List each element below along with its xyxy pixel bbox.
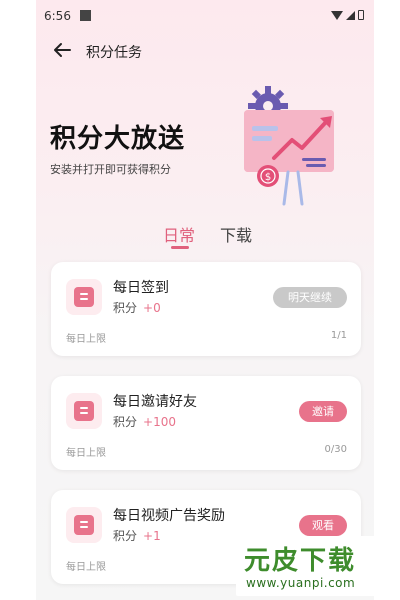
task-progress-count: 0/30	[324, 444, 347, 455]
document-icon	[74, 515, 94, 535]
task-icon-wrap	[66, 279, 102, 315]
points-label: 积分	[113, 529, 138, 543]
task-points: 积分 +1	[113, 527, 161, 544]
status-time: 6:56	[44, 9, 71, 23]
presentation-chart-icon: $	[244, 86, 334, 206]
daily-limit-label: 每日上限	[66, 334, 106, 345]
wifi-icon	[331, 10, 343, 20]
task-title: 每日签到	[113, 280, 169, 296]
watch-button[interactable]: 观看	[299, 515, 347, 536]
invite-button[interactable]: 邀请	[299, 401, 347, 422]
task-tabs: 日常 下载	[36, 222, 374, 252]
task-title: 每日视频广告奖励	[113, 508, 225, 524]
hero-title: 积分大放送	[50, 124, 186, 154]
page-title: 积分任务	[86, 45, 142, 61]
status-bar: 6:56	[36, 0, 374, 30]
document-icon	[74, 287, 94, 307]
signal-icon	[346, 10, 355, 20]
task-points: 积分 +0	[113, 299, 161, 316]
task-points: 积分 +100	[113, 413, 176, 430]
status-icons	[331, 10, 364, 20]
points-value: +0	[143, 301, 161, 315]
daily-limit-label: 每日上限	[66, 448, 106, 459]
task-card-invite-friends: 每日邀请好友 积分 +100 邀请 每日上限 0/30	[51, 376, 361, 470]
points-label: 积分	[113, 301, 138, 315]
app-screen: 6:56 积分任务 积分大放送 安装并打开即可获得积分 $ 日常 下载 每日签到…	[36, 0, 374, 600]
hero-subtitle: 安装并打开即可获得积分	[50, 163, 171, 176]
task-progress-count: 1/1	[330, 330, 347, 341]
tab-daily[interactable]: 日常	[163, 222, 195, 246]
tab-download[interactable]: 下载	[220, 222, 252, 246]
continue-tomorrow-button[interactable]: 明天继续	[273, 287, 347, 308]
task-card-daily-checkin: 每日签到 积分 +0 明天继续 每日上限 1/1	[51, 262, 361, 356]
points-label: 积分	[113, 415, 138, 429]
daily-limit-label: 每日上限	[66, 562, 106, 573]
task-icon-wrap	[66, 393, 102, 429]
battery-icon	[358, 10, 364, 20]
points-value: +100	[143, 415, 176, 429]
watermark-text: 元皮下载	[244, 546, 357, 576]
svg-text:$: $	[265, 172, 271, 183]
document-icon	[74, 401, 94, 421]
notification-icon	[80, 10, 91, 21]
watermark-logo: 元皮下载 www.yuanpi.com	[236, 536, 396, 596]
back-arrow-icon[interactable]	[50, 38, 74, 62]
task-title: 每日邀请好友	[113, 394, 197, 410]
task-icon-wrap	[66, 507, 102, 543]
points-value: +1	[143, 529, 161, 543]
watermark-url: www.yuanpi.com	[246, 576, 356, 590]
active-tab-indicator	[171, 246, 189, 249]
